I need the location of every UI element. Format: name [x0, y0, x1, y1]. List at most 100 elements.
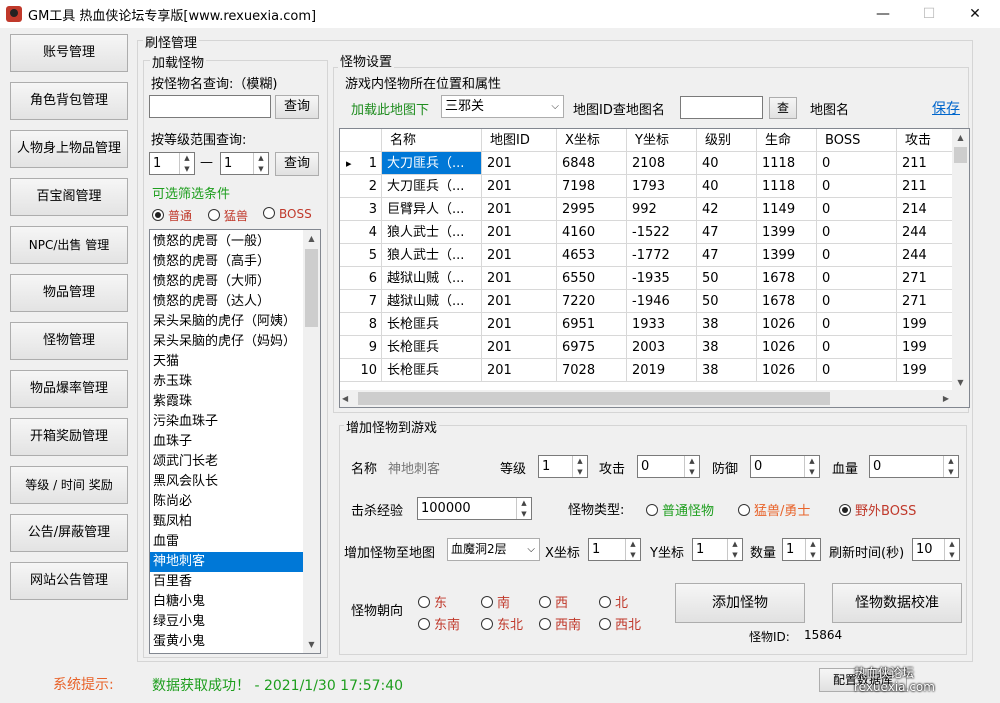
nav-button-8[interactable]: 物品爆率管理 [10, 370, 128, 408]
grid-cell-map[interactable]: 201 [482, 175, 557, 198]
grid-cell-x[interactable]: 7198 [557, 175, 627, 198]
table-row[interactable]: ▸ 1 大刀匪兵（... 201 6848 2108 40 1118 0 211 [340, 152, 957, 175]
grid-column-header[interactable]: Y坐标 [627, 129, 697, 152]
grid-cell-hp[interactable]: 1026 [757, 336, 817, 359]
grid-cell-boss[interactable]: 0 [817, 175, 897, 198]
grid-cell-lv[interactable]: 38 [697, 313, 757, 336]
grid-cell-lv[interactable]: 50 [697, 267, 757, 290]
row-header[interactable]: ▸ 1 [340, 152, 382, 175]
add-hp-input[interactable]: 0 ▲ ▼ [869, 455, 959, 478]
grid-cell-hp[interactable]: 1118 [757, 175, 817, 198]
table-row[interactable]: 2 大刀匪兵（... 201 7198 1793 40 1118 0 211 [340, 175, 957, 198]
table-row[interactable]: 10 长枪匪兵 201 7028 2019 38 1026 0 199 [340, 359, 957, 382]
row-header[interactable]: 6 [340, 267, 382, 290]
grid-cell-lv[interactable]: 50 [697, 290, 757, 313]
grid-cell-y[interactable]: 2019 [627, 359, 697, 382]
nav-button-12[interactable]: 网站公告管理 [10, 562, 128, 600]
grid-cell-x[interactable]: 4160 [557, 221, 627, 244]
row-header[interactable]: 7 [340, 290, 382, 313]
direction-option[interactable]: 东南 [418, 614, 460, 633]
table-row[interactable]: 7 越狱山贼（... 201 7220 -1946 50 1678 0 271 [340, 290, 957, 313]
add-defense-input[interactable]: 0 ▲ ▼ [750, 455, 820, 478]
grid-cell-hp[interactable]: 1678 [757, 290, 817, 313]
nav-button-1[interactable]: 账号管理 [10, 34, 128, 72]
monster-list-item[interactable]: 污染血珠子 [150, 412, 305, 432]
monster-list-item[interactable]: 血雷 [150, 532, 305, 552]
nav-button-6[interactable]: 物品管理 [10, 274, 128, 312]
add-map-select[interactable]: 血魔洞2层 ⌵ [447, 538, 540, 561]
grid-cell-hp[interactable]: 1678 [757, 267, 817, 290]
grid-cell-x[interactable]: 6848 [557, 152, 627, 175]
x-input[interactable]: 1 ▲ ▼ [588, 538, 641, 561]
row-header[interactable]: 3 [340, 198, 382, 221]
table-row[interactable]: 4 狼人武士（... 201 4160 -1522 47 1399 0 244 [340, 221, 957, 244]
row-header[interactable]: 10 [340, 359, 382, 382]
grid-cell-hp[interactable]: 1399 [757, 244, 817, 267]
grid-column-header[interactable]: 地图ID [482, 129, 557, 152]
grid-cell-y[interactable]: 2003 [627, 336, 697, 359]
grid-cell-atk[interactable]: 271 [897, 267, 957, 290]
grid-cell-atk[interactable]: 211 [897, 152, 957, 175]
type-beast[interactable]: 猛兽/勇士 [738, 500, 810, 519]
grid-column-header[interactable]: 名称 [382, 129, 482, 152]
grid-cell-map[interactable]: 201 [482, 244, 557, 267]
grid-cell-atk[interactable]: 244 [897, 244, 957, 267]
direction-option[interactable]: 南 [481, 592, 510, 611]
level-query-button[interactable]: 查询 [275, 152, 319, 176]
monster-list-item[interactable]: 绿豆小鬼 [150, 612, 305, 632]
monster-grid[interactable]: 名称 地图ID X坐标 Y坐标 级别 生命 BOSS 攻击 ▸ 1 大刀匪兵（... 201 6848 2… [339, 128, 970, 408]
direction-option[interactable]: 北 [599, 592, 628, 611]
save-link[interactable]: 保存 [932, 98, 960, 118]
monster-list-item[interactable]: 神地刺客 [150, 552, 305, 572]
grid-column-header[interactable]: BOSS [817, 129, 897, 152]
grid-cell-atk[interactable]: 199 [897, 336, 957, 359]
monster-list[interactable]: 愤怒的虎哥（一般） 愤怒的虎哥（高手） 愤怒的虎哥（大师） 愤怒的虎哥（达人） 呆头呆脑… [149, 229, 321, 654]
direction-option[interactable]: 西南 [539, 614, 581, 633]
grid-cell-y[interactable]: 992 [627, 198, 697, 221]
nav-button-7[interactable]: 怪物管理 [10, 322, 128, 360]
level-to-spinner[interactable]: ▲ ▼ [253, 153, 268, 174]
nav-button-5[interactable]: NPC/出售 管理 [10, 226, 128, 264]
grid-cell-y[interactable]: 1933 [627, 313, 697, 336]
table-row[interactable]: 9 长枪匪兵 201 6975 2003 38 1026 0 199 [340, 336, 957, 359]
grid-cell-name[interactable]: 大刀匪兵（... [382, 175, 482, 198]
monster-list-item[interactable]: 陈尚必 [150, 492, 305, 512]
grid-cell-boss[interactable]: 0 [817, 221, 897, 244]
monster-list-item[interactable]: 赤玉珠 [150, 372, 305, 392]
nav-button-2[interactable]: 角色背包管理 [10, 82, 128, 120]
nav-button-10[interactable]: 等级 / 时间 奖励 [10, 466, 128, 504]
filter-beast[interactable]: 猛兽 [208, 207, 248, 224]
grid-cell-y[interactable]: -1772 [627, 244, 697, 267]
close-button[interactable]: ✕ [952, 0, 998, 28]
type-boss[interactable]: 野外BOSS [839, 500, 916, 519]
grid-cell-lv[interactable]: 38 [697, 359, 757, 382]
monster-list-item[interactable]: 白糖小鬼 [150, 592, 305, 612]
grid-cell-y[interactable]: -1935 [627, 267, 697, 290]
grid-column-header[interactable]: X坐标 [557, 129, 627, 152]
grid-cell-lv[interactable]: 40 [697, 152, 757, 175]
grid-cell-name[interactable]: 狼人武士（... [382, 244, 482, 267]
grid-cell-x[interactable]: 6951 [557, 313, 627, 336]
grid-cell-name[interactable]: 长枪匪兵 [382, 336, 482, 359]
grid-column-header[interactable]: 级别 [697, 129, 757, 152]
grid-cell-boss[interactable]: 0 [817, 336, 897, 359]
y-input[interactable]: 1 ▲ ▼ [692, 538, 743, 561]
row-header[interactable]: 8 [340, 313, 382, 336]
grid-cell-hp[interactable]: 1118 [757, 152, 817, 175]
grid-cell-lv[interactable]: 40 [697, 175, 757, 198]
grid-cell-hp[interactable]: 1399 [757, 221, 817, 244]
grid-cell-y[interactable]: -1946 [627, 290, 697, 313]
monster-list-item[interactable]: 天猫 [150, 352, 305, 372]
monster-list-item[interactable]: 甄凤柏 [150, 512, 305, 532]
add-attack-input[interactable]: 0 ▲ ▼ [637, 455, 700, 478]
calibrate-button[interactable]: 怪物数据校准 [832, 583, 962, 623]
grid-cell-name[interactable]: 越狱山贼（... [382, 267, 482, 290]
refresh-time-input[interactable]: 10 ▲ ▼ [912, 538, 960, 561]
grid-cell-y[interactable]: -1522 [627, 221, 697, 244]
table-row[interactable]: 6 越狱山贼（... 201 6550 -1935 50 1678 0 271 [340, 267, 957, 290]
grid-cell-name[interactable]: 狼人武士（... [382, 221, 482, 244]
monster-list-item[interactable]: 颂武门长老 [150, 452, 305, 472]
grid-cell-name[interactable]: 长枪匪兵 [382, 313, 482, 336]
table-row[interactable]: 8 长枪匪兵 201 6951 1933 38 1026 0 199 [340, 313, 957, 336]
grid-cell-lv[interactable]: 47 [697, 221, 757, 244]
